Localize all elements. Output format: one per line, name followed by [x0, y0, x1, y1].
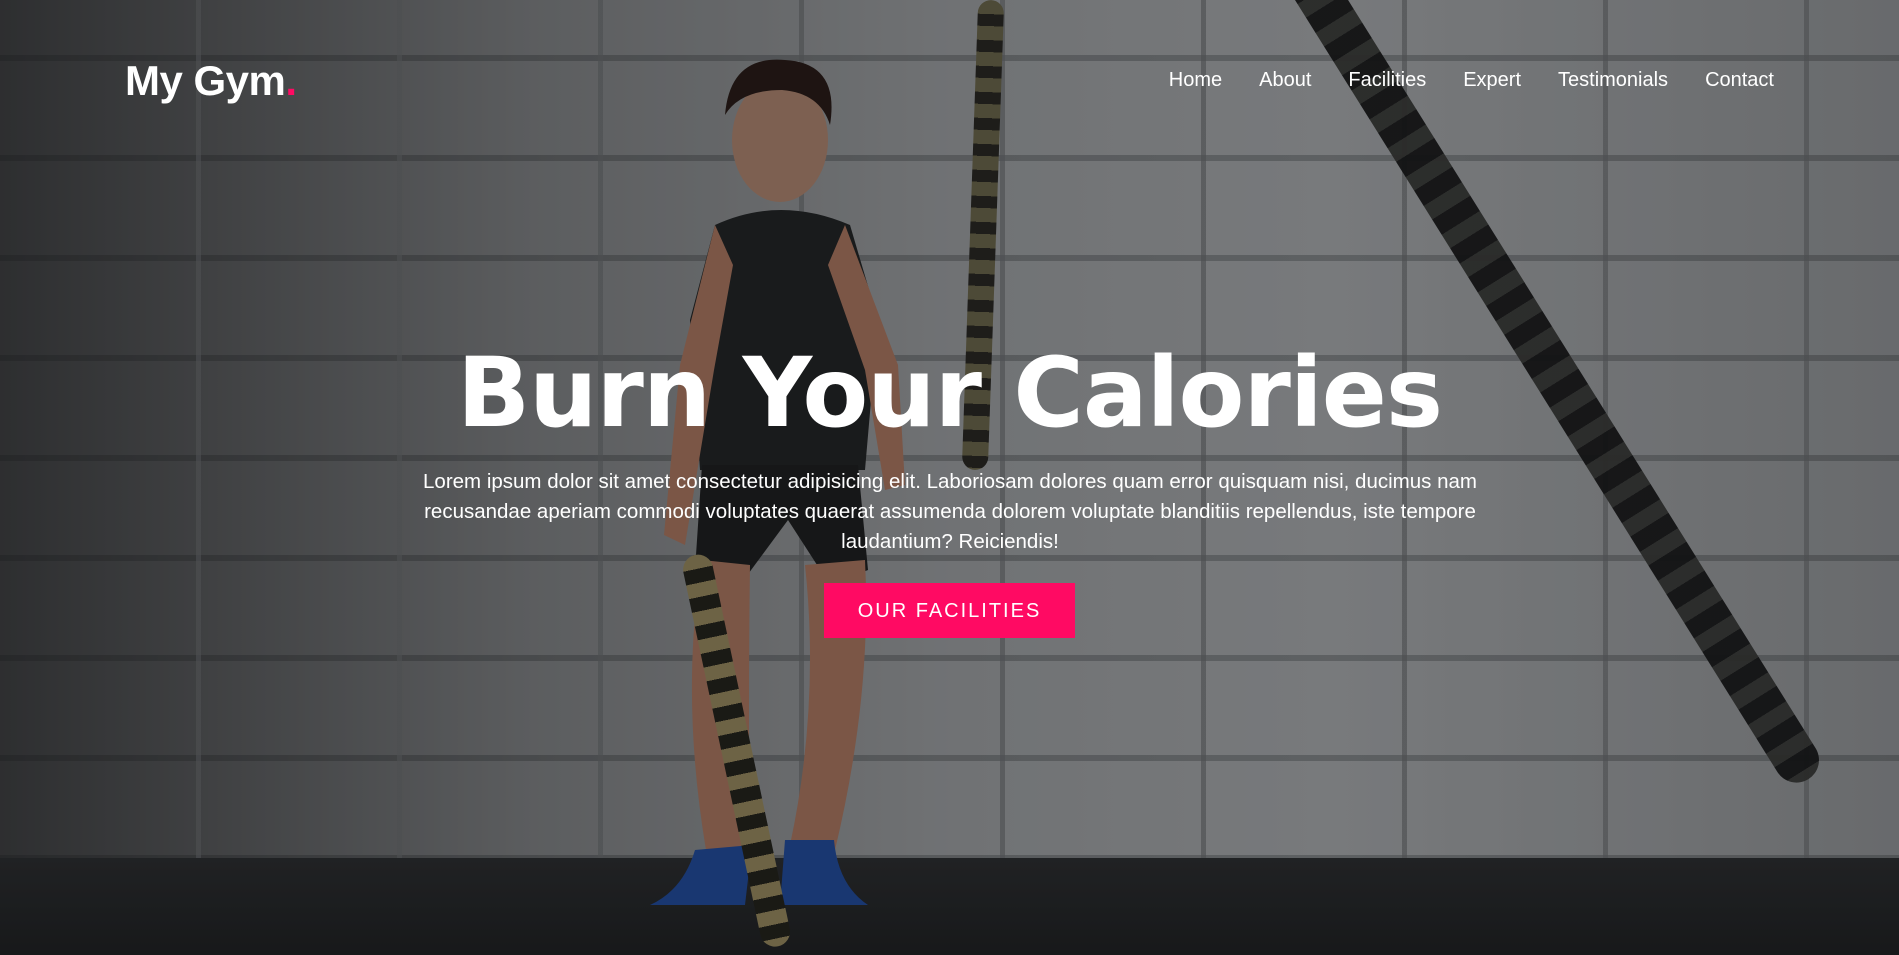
nav-links: Home About Facilities Expert Testimonial…: [1132, 68, 1774, 92]
hero-description: Lorem ipsum dolor sit amet consectetur a…: [423, 470, 1477, 553]
nav-facilities-link[interactable]: Facilities: [1348, 68, 1426, 92]
hero-title: Burn Your Calories: [457, 337, 1443, 449]
logo-accent-dot: .: [285, 57, 297, 104]
our-facilities-button[interactable]: OUR FACILITIES: [824, 583, 1075, 638]
logo-text: My Gym: [125, 57, 286, 104]
main-navigation: My Gym. Home About Facilities Expert Tes…: [0, 0, 1899, 160]
site-logo[interactable]: My Gym.: [125, 56, 297, 106]
nav-about-link[interactable]: About: [1259, 68, 1311, 92]
nav-home-link[interactable]: Home: [1169, 68, 1222, 92]
nav-expert-link[interactable]: Expert: [1463, 68, 1521, 92]
nav-testimonials-link[interactable]: Testimonials: [1558, 68, 1668, 92]
nav-contact-link[interactable]: Contact: [1705, 68, 1774, 92]
